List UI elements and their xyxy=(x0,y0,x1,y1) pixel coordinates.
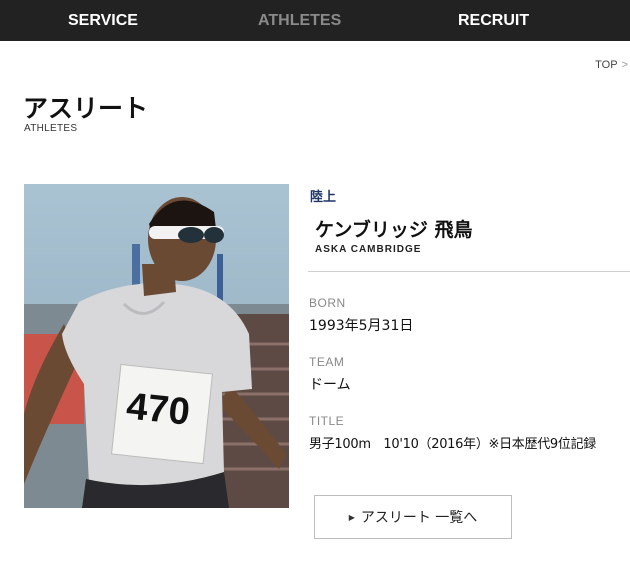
athlete-list-button[interactable]: ▶ アスリート 一覧へ xyxy=(314,495,512,539)
breadcrumb: TOP > xyxy=(595,59,628,71)
athlete-photo: 470 xyxy=(24,184,289,508)
athlete-name-en: ASKA CAMBRIDGE xyxy=(315,244,422,255)
title-value: 男子100m 10'10（2016年）※日本歴代9位記録 xyxy=(309,437,596,452)
top-nav: SERVICE ATHLETES RECRUIT xyxy=(0,0,630,41)
nav-athletes[interactable]: ATHLETES xyxy=(258,0,341,41)
right-triangle-icon: ▶ xyxy=(348,512,355,522)
athlete-sport: 陸上 xyxy=(310,190,337,205)
nav-service[interactable]: SERVICE xyxy=(68,0,138,41)
team-label: TEAM xyxy=(309,355,345,369)
born-value: 1993年5月31日 xyxy=(309,318,414,334)
bib-number: 470 xyxy=(124,385,191,433)
athlete-name-jp: ケンブリッジ 飛鳥 xyxy=(315,219,473,241)
breadcrumb-top-link[interactable]: TOP xyxy=(595,59,617,71)
page-subtitle: ATHLETES xyxy=(24,123,78,134)
title-label: TITLE xyxy=(309,414,345,428)
divider xyxy=(308,271,630,272)
page-title: アスリート xyxy=(23,94,149,123)
team-value: ドーム xyxy=(309,377,351,393)
nav-recruit[interactable]: RECRUIT xyxy=(458,0,529,41)
athlete-list-button-label: アスリート 一覧へ xyxy=(360,510,478,526)
born-label: BORN xyxy=(309,296,346,310)
breadcrumb-separator: > xyxy=(621,59,628,71)
